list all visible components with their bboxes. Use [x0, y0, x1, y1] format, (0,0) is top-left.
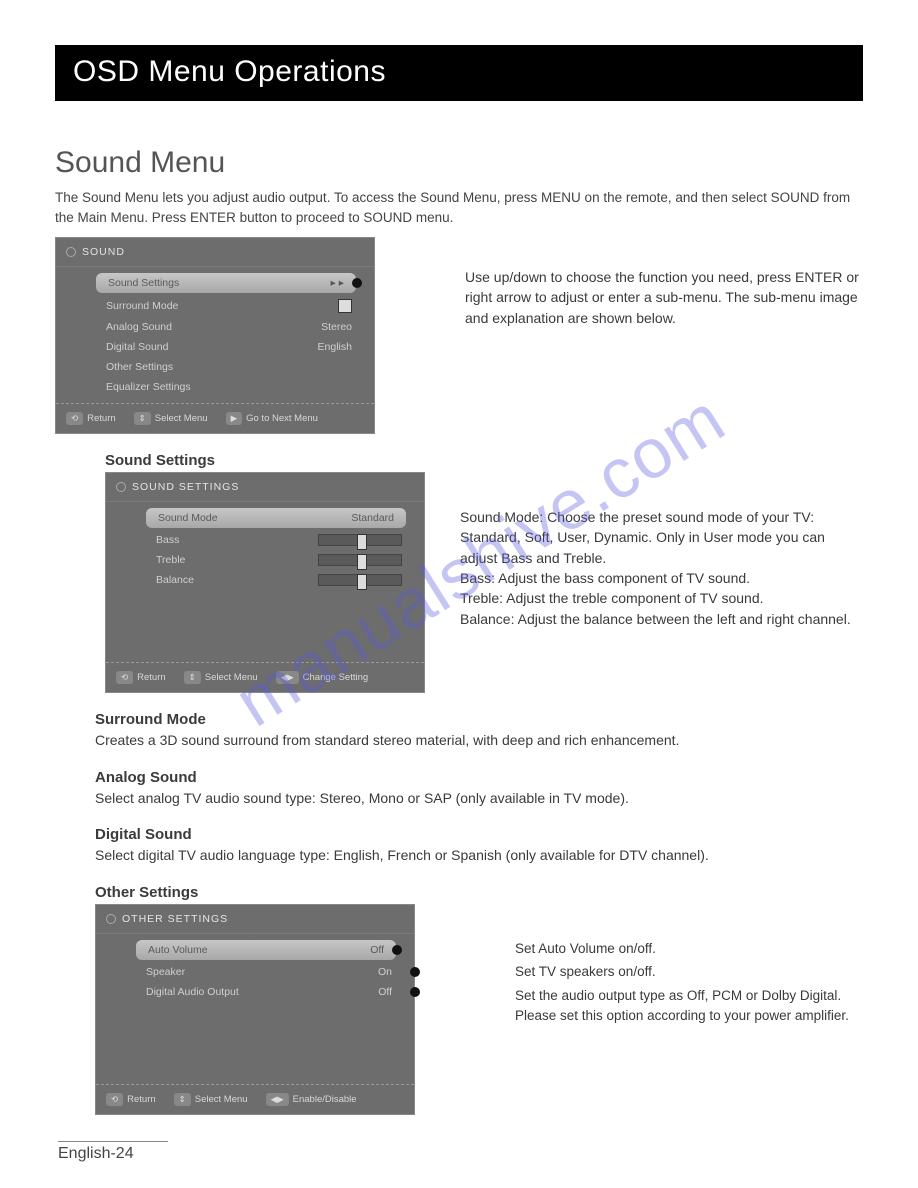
- sound-settings-heading: Sound Settings: [105, 452, 863, 469]
- callout-dot: [410, 987, 420, 997]
- callout-dot: [352, 278, 362, 288]
- section-intro: The Sound Menu lets you adjust audio out…: [55, 188, 863, 227]
- sound-settings-desc: Sound Mode: Choose the preset sound mode…: [425, 472, 863, 693]
- checkbox-icon: [338, 299, 352, 313]
- slider-icon: [318, 554, 402, 566]
- osd-title: OTHER SETTINGS: [96, 905, 414, 934]
- callout-dot: [392, 945, 402, 955]
- osd-item-digital[interactable]: Digital SoundEnglish: [56, 337, 374, 357]
- key-icon: ◀▶: [276, 671, 299, 684]
- osd1-annotation: Use up/down to choose the function you n…: [375, 237, 863, 434]
- key-icon: ▶: [226, 412, 243, 425]
- slider-icon: [318, 534, 402, 546]
- section-title: Sound Menu: [55, 146, 863, 180]
- slider-icon: [318, 574, 402, 586]
- osd-item-surround[interactable]: Surround Mode: [56, 295, 374, 317]
- osd-item-other[interactable]: Other Settings: [56, 357, 374, 377]
- chapter-title: OSD Menu Operations: [73, 55, 386, 88]
- osd-item-analog[interactable]: Analog SoundStereo: [56, 317, 374, 337]
- key-icon: ⟲: [66, 412, 83, 425]
- osd-footer: ⟲Return ⇕Select Menu ◀▶Change Setting: [106, 662, 424, 692]
- key-icon: ⟲: [106, 1093, 123, 1106]
- ring-icon: [66, 247, 76, 257]
- surround-heading: Surround Mode: [95, 711, 863, 728]
- key-icon: ⇕: [184, 671, 201, 684]
- osd-item-sound-settings[interactable]: Sound Settings ▸ ▸: [96, 273, 356, 293]
- osd-item-bass[interactable]: Bass: [106, 530, 424, 550]
- osd-item-speaker[interactable]: SpeakerOn: [96, 962, 414, 982]
- other-annotations: Set Auto Volume on/off. Set TV speakers …: [415, 904, 863, 1115]
- annot-speaker: Set TV speakers on/off.: [515, 962, 863, 982]
- osd-item-treble[interactable]: Treble: [106, 550, 424, 570]
- digital-text: Select digital TV audio language type: E…: [95, 846, 863, 866]
- annot-auto-volume: Set Auto Volume on/off.: [515, 939, 863, 959]
- osd-item-eq[interactable]: Equalizer Settings: [56, 377, 374, 397]
- key-icon: ⇕: [174, 1093, 191, 1106]
- osd-title: SOUND SETTINGS: [106, 473, 424, 502]
- key-icon: ⟲: [116, 671, 133, 684]
- page-footer: English-24: [58, 1141, 168, 1163]
- osd-item-auto-volume[interactable]: Auto VolumeOff: [136, 940, 396, 960]
- osd-footer: ⟲Return ⇕Select Menu ▶Go to Next Menu: [56, 403, 374, 433]
- key-icon: ◀▶: [266, 1093, 289, 1106]
- osd-title: SOUND: [56, 238, 374, 267]
- osd-item-balance[interactable]: Balance: [106, 570, 424, 590]
- ring-icon: [106, 914, 116, 924]
- other-heading: Other Settings: [95, 884, 863, 901]
- analog-heading: Analog Sound: [95, 769, 863, 786]
- osd-sound-settings: SOUND SETTINGS Sound ModeStandard Bass T…: [105, 472, 425, 693]
- digital-heading: Digital Sound: [95, 826, 863, 843]
- analog-text: Select analog TV audio sound type: Stere…: [95, 789, 863, 809]
- ring-icon: [116, 482, 126, 492]
- osd-footer: ⟲Return ⇕Select Menu ◀▶Enable/Disable: [96, 1084, 414, 1114]
- osd-item-sound-mode[interactable]: Sound ModeStandard: [146, 508, 406, 528]
- annot-digital-out: Set the audio output type as Off, PCM or…: [515, 986, 863, 1025]
- key-icon: ⇕: [134, 412, 151, 425]
- callout-dot: [410, 967, 420, 977]
- osd-other-settings: OTHER SETTINGS Auto VolumeOff SpeakerOn …: [95, 904, 415, 1115]
- chapter-title-bar: OSD Menu Operations: [55, 45, 863, 101]
- surround-text: Creates a 3D sound surround from standar…: [95, 731, 863, 751]
- osd-item-digital-out[interactable]: Digital Audio OutputOff: [96, 982, 414, 1002]
- osd-sound-menu: SOUND Sound Settings ▸ ▸ Surround Mode A…: [55, 237, 375, 434]
